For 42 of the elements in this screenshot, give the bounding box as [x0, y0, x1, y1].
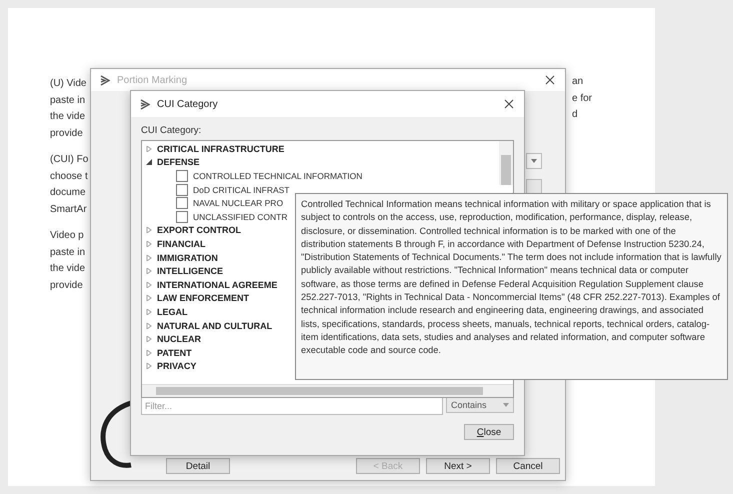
tree-item[interactable]: LEGAL — [157, 306, 188, 317]
document-text: e for — [572, 92, 592, 106]
document-text: choose t — [50, 170, 88, 184]
window-title: Portion Marking — [117, 74, 188, 86]
document-text: SmartAr — [50, 202, 88, 216]
tree-item[interactable]: INTELLIGENCE — [157, 266, 224, 276]
document-text: Video p — [50, 229, 85, 243]
document-text: (CUI) Fo — [50, 153, 88, 167]
document-text: d — [572, 108, 579, 122]
document-text: paste in — [50, 246, 86, 260]
document-text: the vide — [50, 262, 86, 276]
document-text: (U) Vide — [50, 77, 88, 91]
tree-item[interactable]: NATURAL AND CULTURAL — [157, 320, 272, 331]
tree-item[interactable]: FINANCIAL — [157, 238, 206, 249]
tree-item[interactable]: NUCLEAR — [157, 334, 201, 344]
field-label: CUI Category: — [141, 124, 202, 137]
tree-item[interactable]: NAVAL NUCLEAR PRO — [193, 198, 284, 208]
tree-item[interactable]: PRIVACY — [157, 361, 196, 372]
dialog-button[interactable]: Cancel — [496, 458, 560, 474]
document-text: the vide — [50, 110, 86, 124]
tree-item[interactable]: PATENT — [157, 348, 192, 358]
tooltip-text: Controlled Technical Information means technical information with military or space application that is subject to controls on the access, use, reproduction, modification, performance, display, release, disclosure, or dissemination. Controlled technical information is to be marked with one of the distribution statements B through F, in accordance with Department of Defense Instruction 5230.24, "Distribution Statements of Technical Documents." The term does not include information that is lawfully publicly available without restrictions. "Technical Information" means technical data or computer software, as those terms are defined in Defense Federal Acquisition Regulation Supplement clause 252.227-7013, "Rights in Technical Data - Noncommercial Items" (48 CFR 252.227-7013). Examples of technical information include research and engineering data, engineering drawings, and associated lists, specifications, standards, process sheets, manuals, technical reports, technical orders, catalog-item identifications, data sets, studies and analyses and related information, and computer software executable code and source code. — [301, 198, 722, 358]
filter-field[interactable]: Filter... — [141, 397, 443, 415]
tree-item[interactable]: UNCLASSIFIED CONTR — [193, 212, 288, 222]
document-text: docume — [50, 186, 87, 200]
tree-item[interactable]: CRITICAL INFRASTRUCTURE — [157, 144, 284, 154]
tree-item[interactable]: INTERNATIONAL AGREEME — [157, 280, 278, 290]
tree-item[interactable]: DoD CRITICAL INFRAST — [193, 184, 290, 195]
document-text: provide — [50, 126, 84, 140]
tree-item[interactable]: LAW ENFORCEMENT — [157, 293, 249, 304]
tree-item[interactable]: CONTROLLED TECHNICAL INFORMATION — [193, 170, 362, 181]
dialog-button[interactable]: Next > — [426, 458, 490, 474]
document-text: provide — [50, 278, 84, 292]
match-mode-dropdown[interactable]: Contains — [446, 397, 514, 413]
tree-item[interactable]: EXPORT CONTROL — [157, 225, 242, 236]
window-title: CUI Category — [157, 98, 219, 110]
document-text: paste in — [50, 94, 86, 108]
dialog-button[interactable]: Detail — [166, 458, 230, 474]
tree-item[interactable]: IMMIGRATION — [157, 252, 218, 263]
document-text: an — [572, 75, 584, 89]
tree-item[interactable]: DEFENSE — [157, 157, 200, 168]
close-button[interactable]: Close — [464, 424, 514, 440]
